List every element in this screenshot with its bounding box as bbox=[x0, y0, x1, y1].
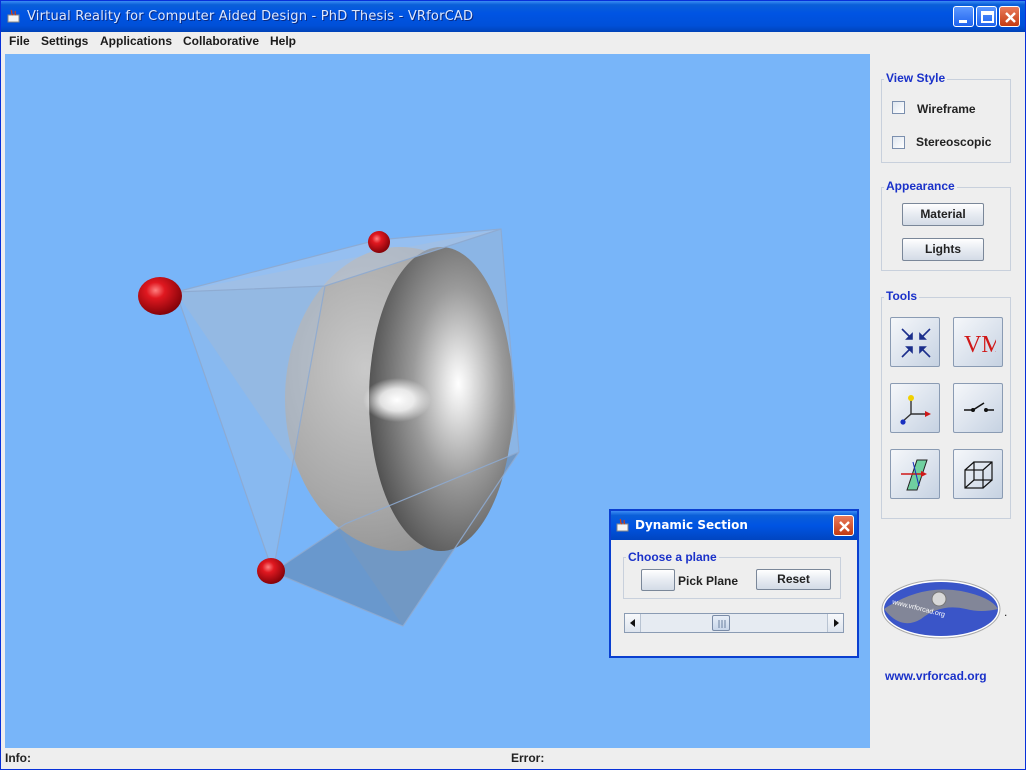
java-icon bbox=[616, 518, 629, 532]
material-button[interactable]: Material bbox=[902, 203, 984, 226]
website-link[interactable]: www.vrforcad.org bbox=[885, 669, 987, 683]
wireframe-checkbox[interactable] bbox=[892, 101, 905, 114]
pick-plane-label: Pick Plane bbox=[678, 574, 739, 588]
pick-plane-toggle[interactable] bbox=[641, 569, 675, 591]
grip-icon bbox=[718, 620, 726, 628]
wireframe-label: Wireframe bbox=[917, 102, 976, 116]
menu-applications[interactable]: Applications bbox=[100, 34, 172, 48]
zoom-fit-button[interactable] bbox=[890, 317, 940, 367]
close-icon bbox=[1005, 12, 1016, 23]
dialog-title: Dynamic Section bbox=[635, 518, 748, 532]
control-point[interactable] bbox=[257, 558, 285, 584]
tools-title: Tools bbox=[884, 289, 920, 303]
vm-button[interactable]: VM bbox=[953, 317, 1003, 367]
java-icon bbox=[7, 9, 20, 23]
box-icon bbox=[964, 461, 993, 489]
minimize-button[interactable] bbox=[953, 6, 974, 27]
main-window: Virtual Reality for Computer Aided Desig… bbox=[0, 0, 1026, 770]
lights-button[interactable]: Lights bbox=[902, 238, 984, 261]
slider-thumb[interactable] bbox=[712, 615, 730, 631]
axes-button[interactable] bbox=[890, 383, 940, 433]
status-bar: Info: Error: bbox=[1, 748, 1025, 769]
dynamic-section-dialog: Dynamic Section Choose a plane Pick Plan… bbox=[609, 509, 859, 658]
close-icon bbox=[839, 521, 850, 532]
arrow-right-icon bbox=[834, 619, 839, 627]
appearance-title: Appearance bbox=[884, 179, 957, 193]
window-title: Virtual Reality for Computer Aided Desig… bbox=[27, 9, 474, 24]
section-slider[interactable] bbox=[624, 613, 844, 633]
switch-button[interactable] bbox=[953, 383, 1003, 433]
menu-file[interactable]: File bbox=[9, 34, 30, 48]
box-button[interactable] bbox=[953, 449, 1003, 499]
section-plane-icon bbox=[901, 459, 928, 491]
right-panel: View Style Wireframe Stereoscopic Appear… bbox=[871, 54, 1025, 748]
view-style-group bbox=[881, 79, 1011, 163]
error-label: Error: bbox=[511, 751, 545, 765]
logo-dot: . bbox=[1004, 605, 1008, 619]
vm-icon: VM bbox=[964, 332, 996, 358]
maximize-button[interactable] bbox=[976, 6, 997, 27]
arrow-left-icon bbox=[630, 619, 635, 627]
stereoscopic-label: Stereoscopic bbox=[916, 135, 992, 149]
specular-highlight bbox=[363, 378, 431, 422]
menu-settings[interactable]: Settings bbox=[41, 34, 88, 48]
maximize-icon bbox=[981, 11, 994, 23]
slider-right-button[interactable] bbox=[827, 614, 843, 632]
info-label: Info: bbox=[5, 751, 31, 765]
section-plane-button[interactable] bbox=[890, 449, 940, 499]
menu-bar: File Settings Applications Collaborative… bbox=[1, 32, 1025, 53]
choose-plane-title: Choose a plane bbox=[626, 550, 719, 564]
dialog-title-bar[interactable]: Dynamic Section bbox=[611, 511, 857, 540]
vrforcad-logo[interactable]: www.vrforcad.org bbox=[881, 579, 1001, 639]
axes-icon bbox=[900, 395, 931, 425]
control-point[interactable] bbox=[368, 231, 390, 253]
close-button[interactable] bbox=[999, 6, 1020, 27]
reset-button[interactable]: Reset bbox=[756, 569, 831, 590]
view-style-title: View Style bbox=[884, 71, 948, 85]
title-bar[interactable]: Virtual Reality for Computer Aided Desig… bbox=[1, 1, 1025, 32]
minimize-icon bbox=[959, 20, 967, 23]
svg-text:VM: VM bbox=[964, 332, 996, 358]
zoom-fit-icon bbox=[901, 328, 931, 358]
dialog-close-button[interactable] bbox=[833, 515, 854, 536]
slider-left-button[interactable] bbox=[625, 614, 641, 632]
control-point[interactable] bbox=[138, 277, 182, 315]
stereoscopic-checkbox[interactable] bbox=[892, 136, 905, 149]
menu-collaborative[interactable]: Collaborative bbox=[183, 34, 259, 48]
switch-icon bbox=[964, 402, 994, 412]
menu-help[interactable]: Help bbox=[270, 34, 296, 48]
